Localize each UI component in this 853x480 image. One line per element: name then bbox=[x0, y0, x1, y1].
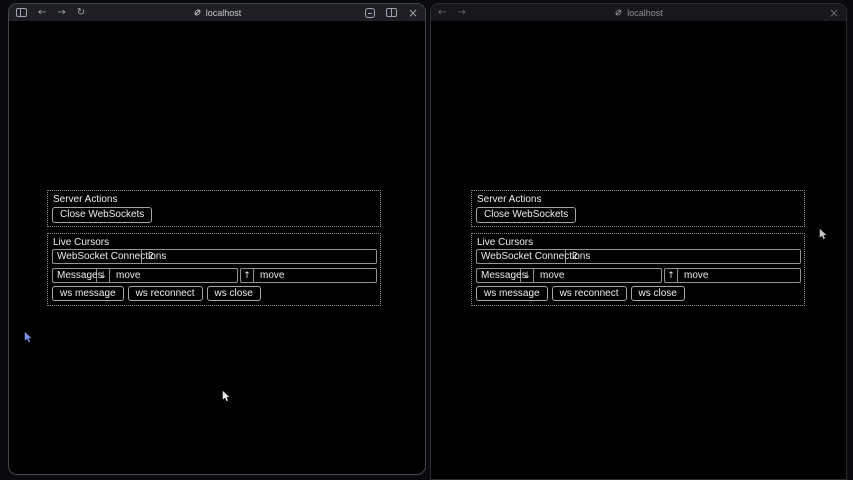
messages-outgoing-group: Messages ↓ move bbox=[52, 268, 238, 283]
close-websockets-button[interactable]: Close WebSockets bbox=[476, 207, 576, 223]
titlebar-right-controls: ← → bbox=[438, 8, 466, 18]
messages-label: Messages bbox=[477, 269, 521, 282]
websocket-connections-row: WebSocket Connections 2 bbox=[476, 249, 801, 264]
incoming-message-value: move bbox=[678, 269, 800, 282]
ws-close-button[interactable]: ws close bbox=[631, 286, 685, 301]
arrow-up-icon: ↑ bbox=[665, 269, 678, 282]
titlebar-left-controls: ← → ↻ bbox=[16, 8, 85, 18]
messages-row: Messages ↓ move ↑ move bbox=[52, 268, 377, 283]
ws-reconnect-button[interactable]: ws reconnect bbox=[552, 286, 627, 301]
connections-label: WebSocket Connections bbox=[53, 250, 142, 263]
server-actions-fieldset: Server Actions Close WebSockets bbox=[471, 190, 805, 227]
live-cursors-fieldset: Live Cursors WebSocket Connections 2 Mes… bbox=[47, 233, 381, 306]
connections-value: 2 bbox=[142, 251, 376, 262]
browser-window-right: ← → localhost × Server Actions Close Web… bbox=[430, 3, 847, 480]
link-icon bbox=[193, 8, 202, 17]
live-cursors-legend: Live Cursors bbox=[53, 237, 109, 248]
titlebar-left[interactable]: ← → ↻ localhost × bbox=[9, 4, 425, 21]
incoming-message-value: move bbox=[254, 269, 376, 282]
close-icon[interactable]: × bbox=[829, 7, 839, 19]
close-websockets-button[interactable]: Close WebSockets bbox=[52, 207, 152, 223]
back-icon[interactable]: ← bbox=[438, 8, 446, 18]
link-icon bbox=[614, 8, 623, 17]
remote-cursor-gray bbox=[819, 228, 828, 241]
url-text: localhost bbox=[206, 8, 242, 18]
ws-buttons-row: ws message ws reconnect ws close bbox=[52, 286, 377, 301]
ws-message-button[interactable]: ws message bbox=[476, 286, 548, 301]
messages-incoming-group: ↑ move bbox=[240, 268, 377, 283]
refresh-icon[interactable]: ↻ bbox=[77, 8, 85, 18]
page-content-right: Server Actions Close WebSockets Live Cur… bbox=[431, 4, 846, 479]
reader-icon[interactable] bbox=[365, 8, 375, 18]
ws-reconnect-button[interactable]: ws reconnect bbox=[128, 286, 203, 301]
titlebar-right[interactable]: ← → localhost × bbox=[431, 4, 846, 21]
arrow-down-icon: ↓ bbox=[97, 269, 110, 282]
live-cursors-fieldset: Live Cursors WebSocket Connections 2 Mes… bbox=[471, 233, 805, 306]
outgoing-message-value: move bbox=[110, 269, 237, 282]
url-text: localhost bbox=[627, 8, 663, 18]
ws-message-button[interactable]: ws message bbox=[52, 286, 124, 301]
arrow-up-icon: ↑ bbox=[241, 269, 254, 282]
messages-row: Messages ↓ move ↑ move bbox=[476, 268, 801, 283]
arrow-down-icon: ↓ bbox=[521, 269, 534, 282]
ws-buttons-row: ws message ws reconnect ws close bbox=[476, 286, 801, 301]
messages-outgoing-group: Messages ↓ move bbox=[476, 268, 662, 283]
desktop: ← → ↻ localhost × Server Actions Close W… bbox=[0, 0, 853, 480]
messages-incoming-group: ↑ move bbox=[664, 268, 801, 283]
server-actions-legend: Server Actions bbox=[477, 194, 541, 205]
live-cursors-legend: Live Cursors bbox=[477, 237, 533, 248]
messages-label: Messages bbox=[53, 269, 97, 282]
browser-window-left: ← → ↻ localhost × Server Actions Close W… bbox=[8, 3, 426, 475]
titlebar-right-window-controls: × bbox=[829, 7, 839, 19]
close-icon[interactable]: × bbox=[408, 7, 418, 19]
forward-icon[interactable]: → bbox=[457, 8, 465, 18]
sidebar-toggle-icon[interactable] bbox=[16, 8, 27, 17]
titlebar-left-window-controls: × bbox=[365, 7, 418, 19]
outgoing-message-value: move bbox=[534, 269, 661, 282]
connections-value: 2 bbox=[566, 251, 800, 262]
connections-label: WebSocket Connections bbox=[477, 250, 566, 263]
server-actions-legend: Server Actions bbox=[53, 194, 117, 205]
page-content-left: Server Actions Close WebSockets Live Cur… bbox=[9, 4, 425, 474]
ws-close-button[interactable]: ws close bbox=[207, 286, 261, 301]
websocket-connections-row: WebSocket Connections 2 bbox=[52, 249, 377, 264]
split-view-icon[interactable] bbox=[386, 8, 397, 17]
local-mouse-pointer bbox=[222, 390, 231, 403]
server-actions-fieldset: Server Actions Close WebSockets bbox=[47, 190, 381, 227]
forward-icon[interactable]: → bbox=[57, 8, 65, 18]
address-bar[interactable]: localhost bbox=[431, 4, 846, 21]
back-icon[interactable]: ← bbox=[38, 8, 46, 18]
remote-cursor-blue bbox=[24, 331, 33, 344]
